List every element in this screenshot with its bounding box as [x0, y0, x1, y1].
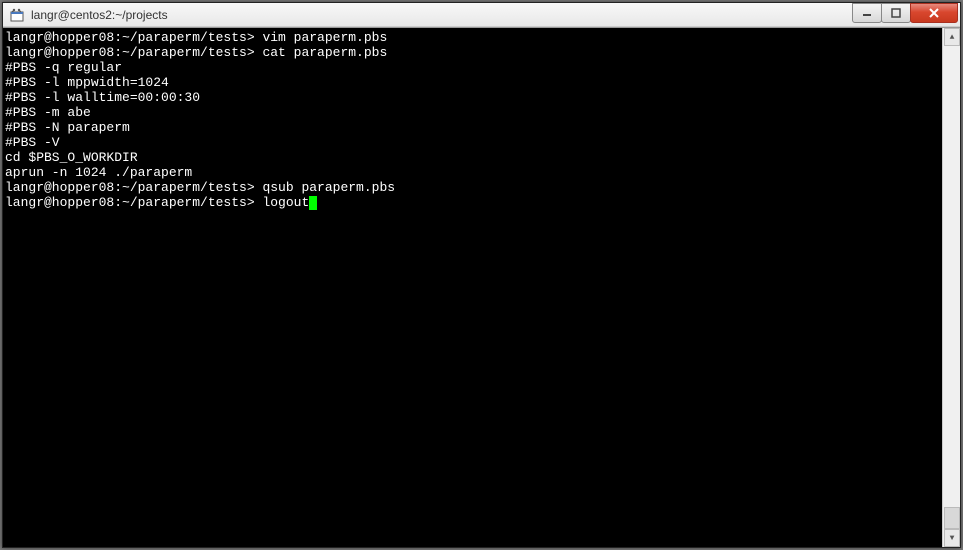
terminal-output-line: aprun -n 1024 ./paraperm — [5, 165, 942, 180]
app-icon — [9, 7, 25, 23]
vertical-scrollbar[interactable]: ▲ ▼ — [942, 28, 960, 547]
terminal-output-line: #PBS -l mppwidth=1024 — [5, 75, 942, 90]
terminal-body: langr@hopper08:~/paraperm/tests> vim par… — [3, 27, 960, 547]
terminal-output-line: #PBS -m abe — [5, 105, 942, 120]
window-title: langr@centos2:~/projects — [31, 8, 853, 22]
maximize-icon — [891, 8, 901, 18]
minimize-button[interactable] — [852, 3, 882, 23]
maximize-button[interactable] — [881, 3, 911, 23]
terminal-command-line: langr@hopper08:~/paraperm/tests> logout — [5, 195, 942, 210]
terminal-command-line: langr@hopper08:~/paraperm/tests> qsub pa… — [5, 180, 942, 195]
terminal-output-line: #PBS -q regular — [5, 60, 942, 75]
scroll-down-button[interactable]: ▼ — [944, 529, 960, 547]
scroll-up-button[interactable]: ▲ — [944, 28, 960, 46]
terminal-output-line: cd $PBS_O_WORKDIR — [5, 150, 942, 165]
terminal-output-line: #PBS -l walltime=00:00:30 — [5, 90, 942, 105]
minimize-icon — [862, 8, 872, 18]
terminal-output-line: #PBS -V — [5, 135, 942, 150]
scroll-thumb[interactable] — [944, 507, 960, 529]
terminal-cursor — [309, 196, 317, 210]
terminal-output[interactable]: langr@hopper08:~/paraperm/tests> vim par… — [3, 28, 942, 547]
terminal-window: langr@centos2:~/projects langr@hopper08:… — [2, 2, 961, 548]
titlebar[interactable]: langr@centos2:~/projects — [3, 3, 960, 27]
terminal-command-line: langr@hopper08:~/paraperm/tests> cat par… — [5, 45, 942, 60]
close-button[interactable] — [910, 3, 958, 23]
window-controls — [853, 3, 958, 23]
terminal-output-line: #PBS -N paraperm — [5, 120, 942, 135]
terminal-command-line: langr@hopper08:~/paraperm/tests> vim par… — [5, 30, 942, 45]
close-icon — [928, 7, 940, 19]
